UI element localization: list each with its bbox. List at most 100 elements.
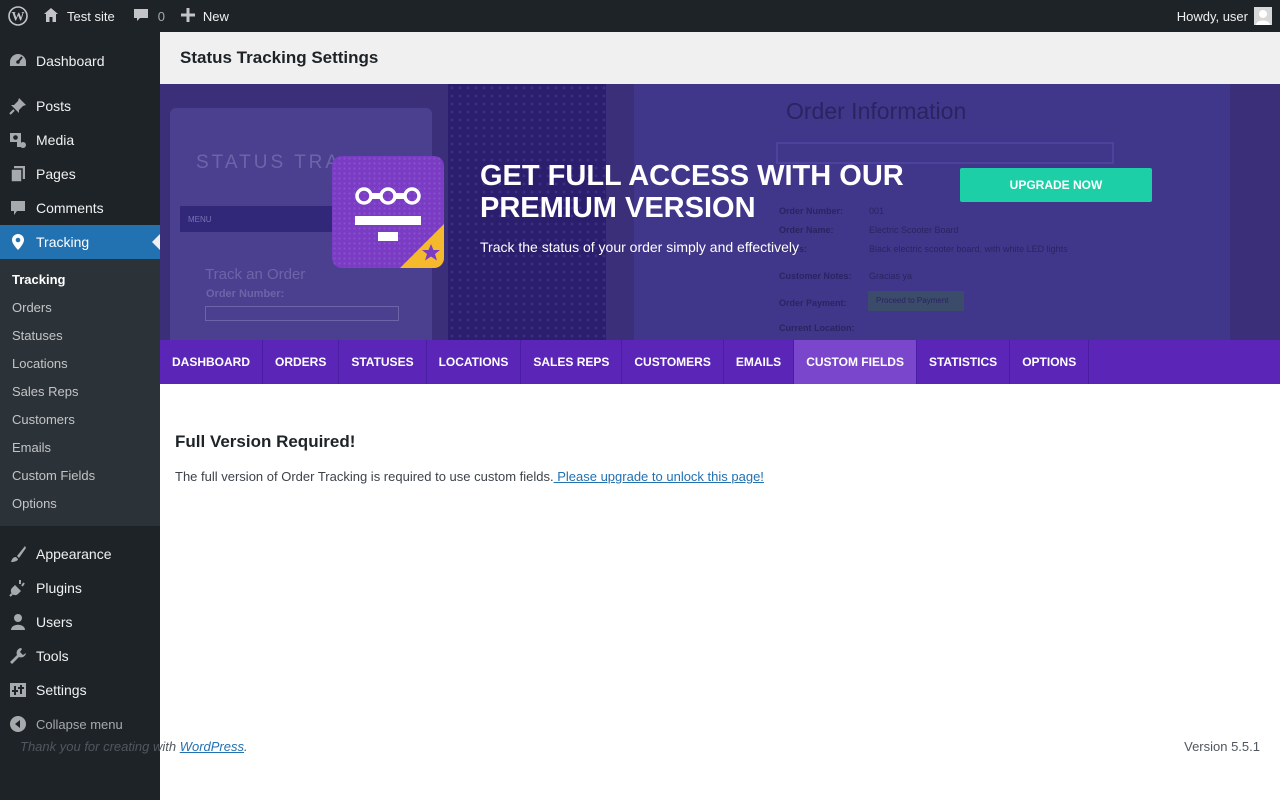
submenu-item-customers[interactable]: Customers bbox=[0, 406, 160, 434]
page-title: Status Tracking Settings bbox=[180, 48, 379, 67]
tab-locations[interactable]: LOCATIONS bbox=[427, 340, 522, 384]
tab-sales-reps[interactable]: SALES REPS bbox=[521, 340, 623, 384]
collapse-arrow-icon bbox=[8, 714, 28, 734]
pages-icon bbox=[8, 164, 28, 184]
pin-icon bbox=[8, 96, 28, 116]
menu-item-users[interactable]: Users bbox=[0, 605, 160, 639]
menu-label-settings: Settings bbox=[36, 682, 87, 698]
menu-item-pages[interactable]: Pages bbox=[0, 157, 160, 191]
menu-item-dashboard[interactable]: Dashboard bbox=[0, 44, 160, 78]
comment-icon bbox=[8, 198, 28, 218]
location-pin-icon bbox=[8, 232, 28, 252]
wordpress-link[interactable]: WordPress bbox=[180, 739, 244, 754]
submenu-item-sales-reps[interactable]: Sales Reps bbox=[0, 378, 160, 406]
plugin-logo-icon bbox=[332, 156, 444, 268]
menu-label-users: Users bbox=[36, 614, 73, 630]
admin-bar: W Test site 0 New Howdy, user bbox=[0, 0, 1280, 32]
tab-customers[interactable]: CUSTOMERS bbox=[622, 340, 724, 384]
premium-banner: STATUS TRA MENU Track an Order Order Num… bbox=[160, 84, 1280, 340]
mockup-field-row: Customer Notes: Gracias ya bbox=[779, 271, 913, 281]
menu-label-pages: Pages bbox=[36, 166, 76, 182]
menu-label-tools: Tools bbox=[36, 648, 69, 664]
admin-footer: Thank you for creating with WordPress. V… bbox=[20, 739, 1260, 754]
wordpress-logo-icon[interactable]: W bbox=[0, 0, 35, 32]
svg-text:W: W bbox=[11, 9, 24, 24]
menu-item-posts[interactable]: Posts bbox=[0, 89, 160, 123]
brush-icon bbox=[8, 544, 28, 564]
submenu-item-custom-fields[interactable]: Custom Fields bbox=[0, 462, 160, 490]
tab-emails[interactable]: EMAILS bbox=[724, 340, 795, 384]
mockup-title: STATUS TRA bbox=[196, 152, 342, 173]
wrench-icon bbox=[8, 646, 28, 666]
tab-orders[interactable]: ORDERS bbox=[263, 340, 340, 384]
tab-statuses[interactable]: STATUSES bbox=[339, 340, 427, 384]
full-version-message: The full version of Order Tracking is re… bbox=[175, 469, 1265, 484]
user-icon bbox=[8, 612, 28, 632]
new-label: New bbox=[202, 8, 229, 24]
message-text: The full version of Order Tracking is re… bbox=[175, 469, 554, 484]
plugin-icon bbox=[8, 578, 28, 598]
menu-label-tracking: Tracking bbox=[36, 234, 90, 250]
avatar bbox=[1254, 7, 1272, 25]
site-name-link[interactable]: Test site bbox=[35, 0, 123, 32]
new-content-link[interactable]: New bbox=[173, 0, 237, 32]
version-text: Version 5.5.1 bbox=[1184, 739, 1260, 754]
main-content: Status Tracking Settings STATUS TRA MENU… bbox=[160, 32, 1280, 800]
footer-thanks-prefix: Thank you for creating with bbox=[20, 739, 180, 754]
settings-tabs: DASHBOARD ORDERS STATUSES LOCATIONS SALE… bbox=[160, 340, 1280, 384]
tracking-submenu: Tracking Orders Statuses Locations Sales… bbox=[0, 259, 160, 526]
upgrade-now-button[interactable]: UPGRADE NOW bbox=[960, 168, 1152, 202]
menu-item-comments[interactable]: Comments bbox=[0, 191, 160, 225]
mockup-order-number-label: Order Number: bbox=[206, 288, 285, 300]
menu-item-tracking[interactable]: Tracking bbox=[0, 225, 160, 259]
mockup-track-heading: Track an Order bbox=[205, 266, 306, 283]
submenu-item-options[interactable]: Options bbox=[0, 490, 160, 518]
collapse-menu-label: Collapse menu bbox=[36, 716, 123, 732]
menu-label-media: Media bbox=[36, 132, 75, 148]
menu-item-appearance[interactable]: Appearance bbox=[0, 537, 160, 571]
mockup-field-row: Notes: Black electric scooter board, with… bbox=[779, 244, 1068, 254]
collapse-menu-button[interactable]: Collapse menu bbox=[0, 707, 160, 741]
comment-icon bbox=[133, 7, 149, 26]
upgrade-link[interactable]: Please upgrade to unlock this page! bbox=[554, 469, 764, 484]
tab-options[interactable]: OPTIONS bbox=[1010, 340, 1090, 384]
comments-link[interactable]: 0 bbox=[123, 0, 173, 32]
mockup-payment-button: Proceed to Payment bbox=[868, 291, 964, 311]
custom-fields-content: Full Version Required! The full version … bbox=[160, 384, 1280, 484]
submenu-item-orders[interactable]: Orders bbox=[0, 294, 160, 322]
footer-thanks: Thank you for creating with WordPress. bbox=[20, 739, 248, 754]
menu-label-dashboard: Dashboard bbox=[36, 53, 105, 69]
media-icon bbox=[8, 130, 28, 150]
plus-icon bbox=[180, 7, 195, 25]
menu-item-tools[interactable]: Tools bbox=[0, 639, 160, 673]
full-version-heading: Full Version Required! bbox=[175, 432, 356, 451]
submenu-item-tracking[interactable]: Tracking bbox=[0, 266, 160, 294]
comment-count: 0 bbox=[157, 8, 165, 24]
menu-label-comments: Comments bbox=[36, 200, 104, 216]
user-account-link[interactable]: Howdy, user bbox=[1169, 0, 1280, 32]
greeting-text: Howdy, user bbox=[1176, 8, 1248, 24]
dashboard-icon bbox=[8, 51, 28, 71]
menu-label-plugins: Plugins bbox=[36, 580, 82, 596]
page-header: Status Tracking Settings bbox=[160, 32, 1280, 84]
menu-item-media[interactable]: Media bbox=[0, 123, 160, 157]
tab-statistics[interactable]: STATISTICS bbox=[917, 340, 1011, 384]
home-icon bbox=[43, 7, 59, 26]
submenu-item-locations[interactable]: Locations bbox=[0, 350, 160, 378]
menu-item-settings[interactable]: Settings bbox=[0, 673, 160, 707]
mockup-field-row: Current Location: bbox=[779, 323, 855, 333]
tab-custom-fields[interactable]: CUSTOM FIELDS bbox=[794, 340, 917, 384]
tab-dashboard[interactable]: DASHBOARD bbox=[160, 340, 263, 384]
promo-title: GET FULL ACCESS WITH OUR PREMIUM VERSION bbox=[480, 160, 904, 224]
menu-label-appearance: Appearance bbox=[36, 546, 112, 562]
promo-subtitle: Track the status of your order simply an… bbox=[480, 239, 800, 255]
menu-label-posts: Posts bbox=[36, 98, 72, 114]
submenu-item-emails[interactable]: Emails bbox=[0, 434, 160, 462]
mockup-order-info-title: Order Information bbox=[786, 98, 967, 124]
settings-icon bbox=[8, 680, 28, 700]
site-name-label: Test site bbox=[67, 8, 115, 24]
menu-item-plugins[interactable]: Plugins bbox=[0, 571, 160, 605]
footer-thanks-suffix: . bbox=[244, 739, 248, 754]
admin-sidebar: Dashboard Posts Media Pages Comments Tra… bbox=[0, 32, 160, 800]
submenu-item-statuses[interactable]: Statuses bbox=[0, 322, 160, 350]
